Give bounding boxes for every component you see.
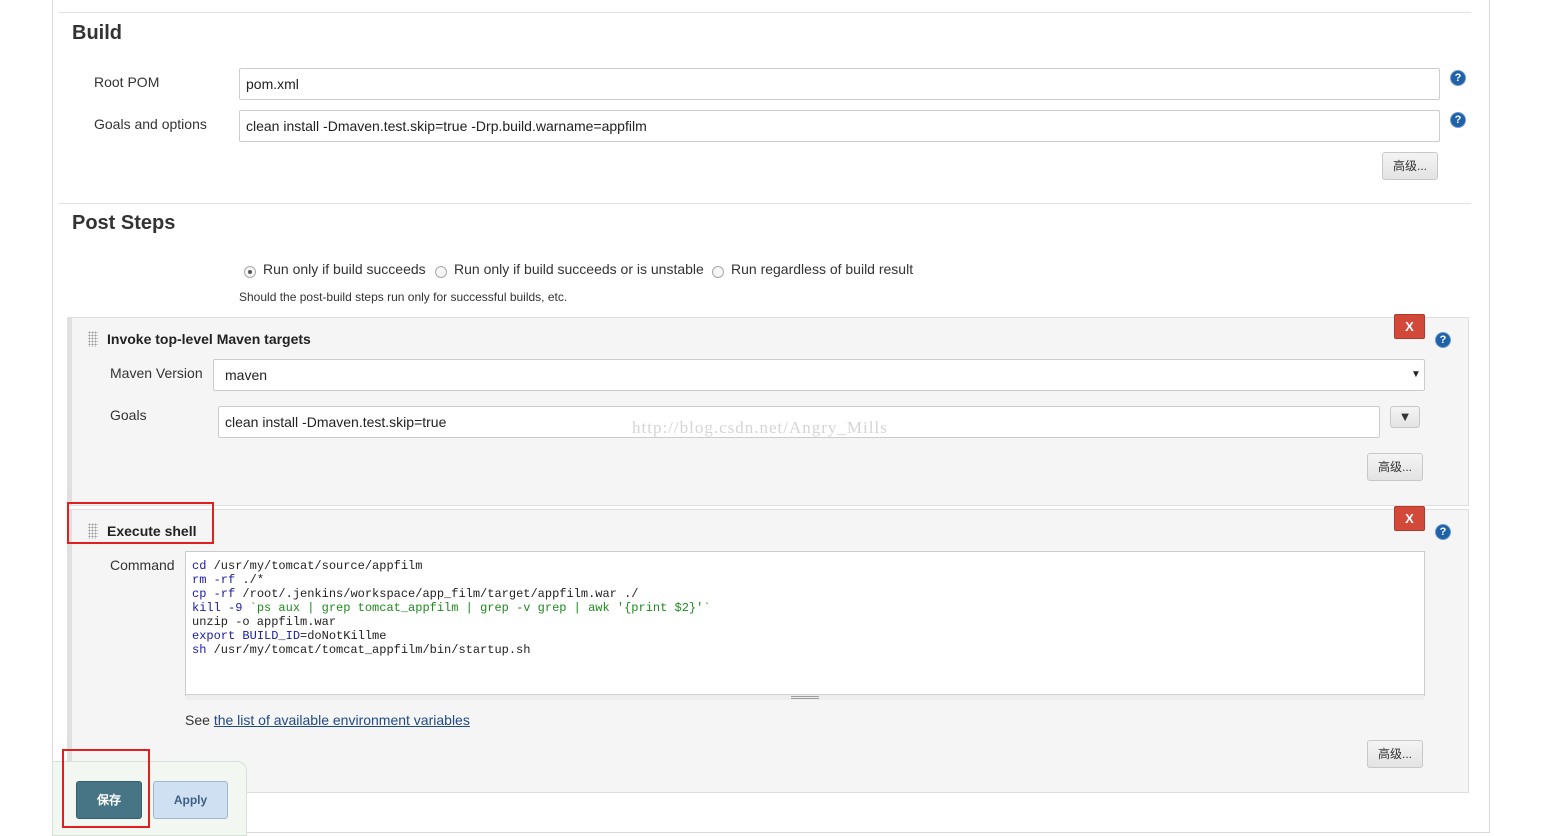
build-section-title: Build: [72, 22, 122, 44]
expand-goals-button[interactable]: ▼: [1390, 406, 1420, 428]
help-icon[interactable]: ?: [1435, 332, 1451, 348]
env-vars-link[interactable]: the list of available environment variab…: [214, 712, 470, 728]
maven-step-title: Invoke top-level Maven targets: [107, 331, 311, 347]
command-line: rm -rf ./*: [192, 573, 265, 587]
build-advanced-button[interactable]: 高级...: [1382, 152, 1438, 180]
command-line: cd /usr/my/tomcat/source/appfilm: [192, 559, 423, 573]
maven-version-select[interactable]: maven: [213, 359, 1425, 391]
radio-run-if-succeeds[interactable]: [244, 266, 256, 278]
apply-button[interactable]: Apply: [153, 781, 228, 819]
radio-label-run-if-unstable: Run only if build succeeds or is unstabl…: [454, 261, 704, 277]
maven-version-label: Maven Version: [110, 365, 203, 381]
delete-maven-step-button[interactable]: X: [1394, 314, 1425, 339]
annotation-highlight: [62, 749, 150, 828]
triangle-down-icon: ▼: [1398, 409, 1412, 424]
command-editor[interactable]: cd /usr/my/tomcat/source/appfilm rm -rf …: [185, 551, 1425, 696]
goals-and-options-input[interactable]: clean install -Dmaven.test.skip=true -Dr…: [239, 110, 1440, 142]
radio-run-if-unstable[interactable]: [435, 266, 447, 278]
maven-advanced-button[interactable]: 高级...: [1367, 453, 1423, 481]
select-dropdown-icon: ▼: [1411, 369, 1421, 380]
command-line: cp -rf /root/.jenkins/workspace/app_film…: [192, 587, 639, 601]
command-line: kill -9 `ps aux | grep tomcat_appfilm | …: [192, 601, 711, 615]
maven-goals-label: Goals: [110, 407, 147, 423]
help-icon[interactable]: ?: [1435, 524, 1451, 540]
command-line: unzip -o appfilm.war: [192, 615, 337, 629]
section-divider: [58, 12, 1471, 13]
radio-run-regardless[interactable]: [712, 266, 724, 278]
command-line: sh /usr/my/tomcat/tomcat_appfilm/bin/sta…: [192, 643, 531, 657]
radio-label-run-if-succeeds: Run only if build succeeds: [263, 261, 426, 277]
root-pom-input[interactable]: pom.xml: [239, 68, 1440, 100]
env-vars-hint: See the list of available environment va…: [185, 712, 470, 728]
goals-and-options-label: Goals and options: [94, 116, 207, 132]
command-line: export BUILD_ID=doNotKillme: [192, 629, 387, 643]
command-label: Command: [110, 557, 175, 573]
delete-shell-step-button[interactable]: X: [1394, 506, 1425, 531]
section-divider: [58, 203, 1471, 204]
shell-advanced-button[interactable]: 高级...: [1367, 740, 1423, 768]
radio-label-run-regardless: Run regardless of build result: [731, 261, 914, 277]
annotation-highlight: [67, 502, 214, 544]
watermark-text: http://blog.csdn.net/Angry_Mills: [632, 418, 888, 437]
root-pom-label: Root POM: [94, 74, 160, 90]
post-steps-section-title: Post Steps: [72, 212, 176, 234]
help-icon[interactable]: ?: [1450, 112, 1466, 128]
post-steps-hint: Should the post-build steps run only for…: [239, 290, 568, 304]
drag-handle-icon[interactable]: [88, 331, 98, 347]
resize-grip-icon: [791, 696, 819, 699]
help-icon[interactable]: ?: [1450, 70, 1466, 86]
